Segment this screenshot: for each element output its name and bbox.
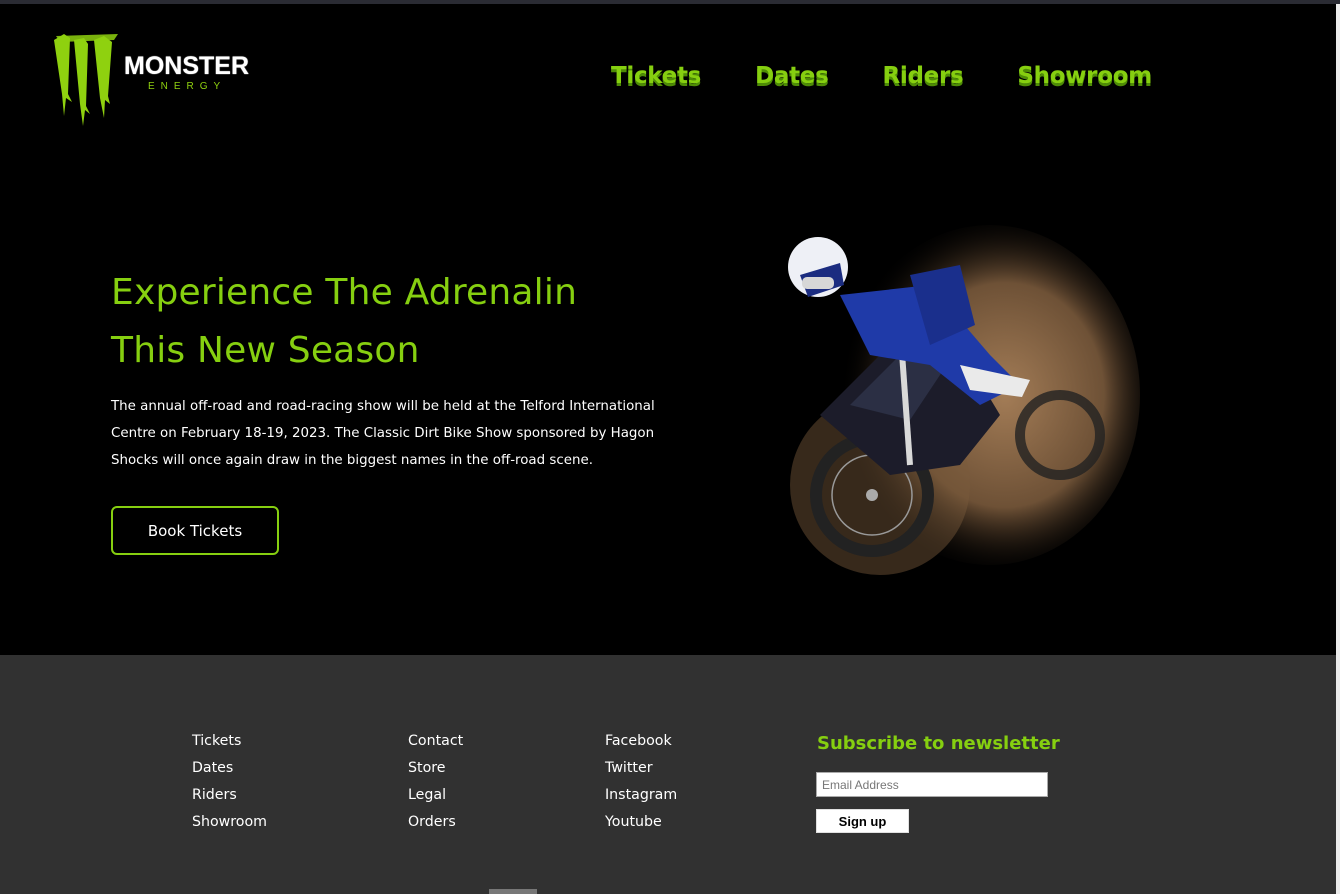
nav-riders[interactable]: Riders	[882, 63, 963, 89]
logo-wordmark: MONSTER	[124, 52, 249, 80]
scrollbar[interactable]	[1336, 4, 1340, 894]
footer-link-contact[interactable]: Contact	[408, 733, 463, 749]
footer-link-showroom[interactable]: Showroom	[192, 814, 267, 830]
nav-showroom[interactable]: Showroom	[1017, 63, 1152, 89]
footer-link-tickets[interactable]: Tickets	[192, 733, 241, 749]
main-nav: Tickets Dates Riders Showroom	[611, 63, 1206, 89]
horizontal-scrollbar-thumb[interactable]	[489, 889, 537, 894]
nav-tickets[interactable]: Tickets	[611, 63, 701, 89]
footer-column-info: Contact Store Legal Orders	[408, 728, 463, 836]
footer-link-youtube[interactable]: Youtube	[605, 814, 662, 830]
newsletter-title: Subscribe to newsletter	[817, 733, 1060, 754]
footer-link-instagram[interactable]: Instagram	[605, 787, 677, 803]
hero-title-line-2: This New Season	[111, 330, 420, 371]
claw-logo-icon	[54, 34, 118, 126]
hero-title: Experience The Adrenalin This New Season	[111, 264, 577, 380]
email-input[interactable]	[816, 772, 1048, 797]
book-tickets-button[interactable]: Book Tickets	[111, 506, 279, 555]
footer-link-store[interactable]: Store	[408, 760, 446, 776]
hero-description: The annual off-road and road-racing show…	[111, 399, 655, 468]
footer-column-site: Tickets Dates Riders Showroom	[192, 728, 267, 836]
monster-energy-logo[interactable]: MONSTER ENERGY	[52, 32, 272, 128]
footer-link-orders[interactable]: Orders	[408, 814, 456, 830]
footer: Tickets Dates Riders Showroom Contact St…	[0, 655, 1336, 894]
footer-column-social: Facebook Twitter Instagram Youtube	[605, 728, 677, 836]
logo-subtitle: ENERGY	[148, 81, 227, 92]
hero-title-line-1: Experience The Adrenalin	[111, 272, 578, 313]
sign-up-button[interactable]: Sign up	[816, 809, 909, 833]
footer-link-twitter[interactable]: Twitter	[605, 760, 653, 776]
footer-link-legal[interactable]: Legal	[408, 787, 446, 803]
footer-link-facebook[interactable]: Facebook	[605, 733, 672, 749]
window-top-border	[0, 0, 1340, 4]
footer-link-riders[interactable]: Riders	[192, 787, 237, 803]
footer-link-dates[interactable]: Dates	[192, 760, 233, 776]
motocross-rider-image	[788, 225, 1140, 575]
nav-dates[interactable]: Dates	[755, 63, 829, 89]
